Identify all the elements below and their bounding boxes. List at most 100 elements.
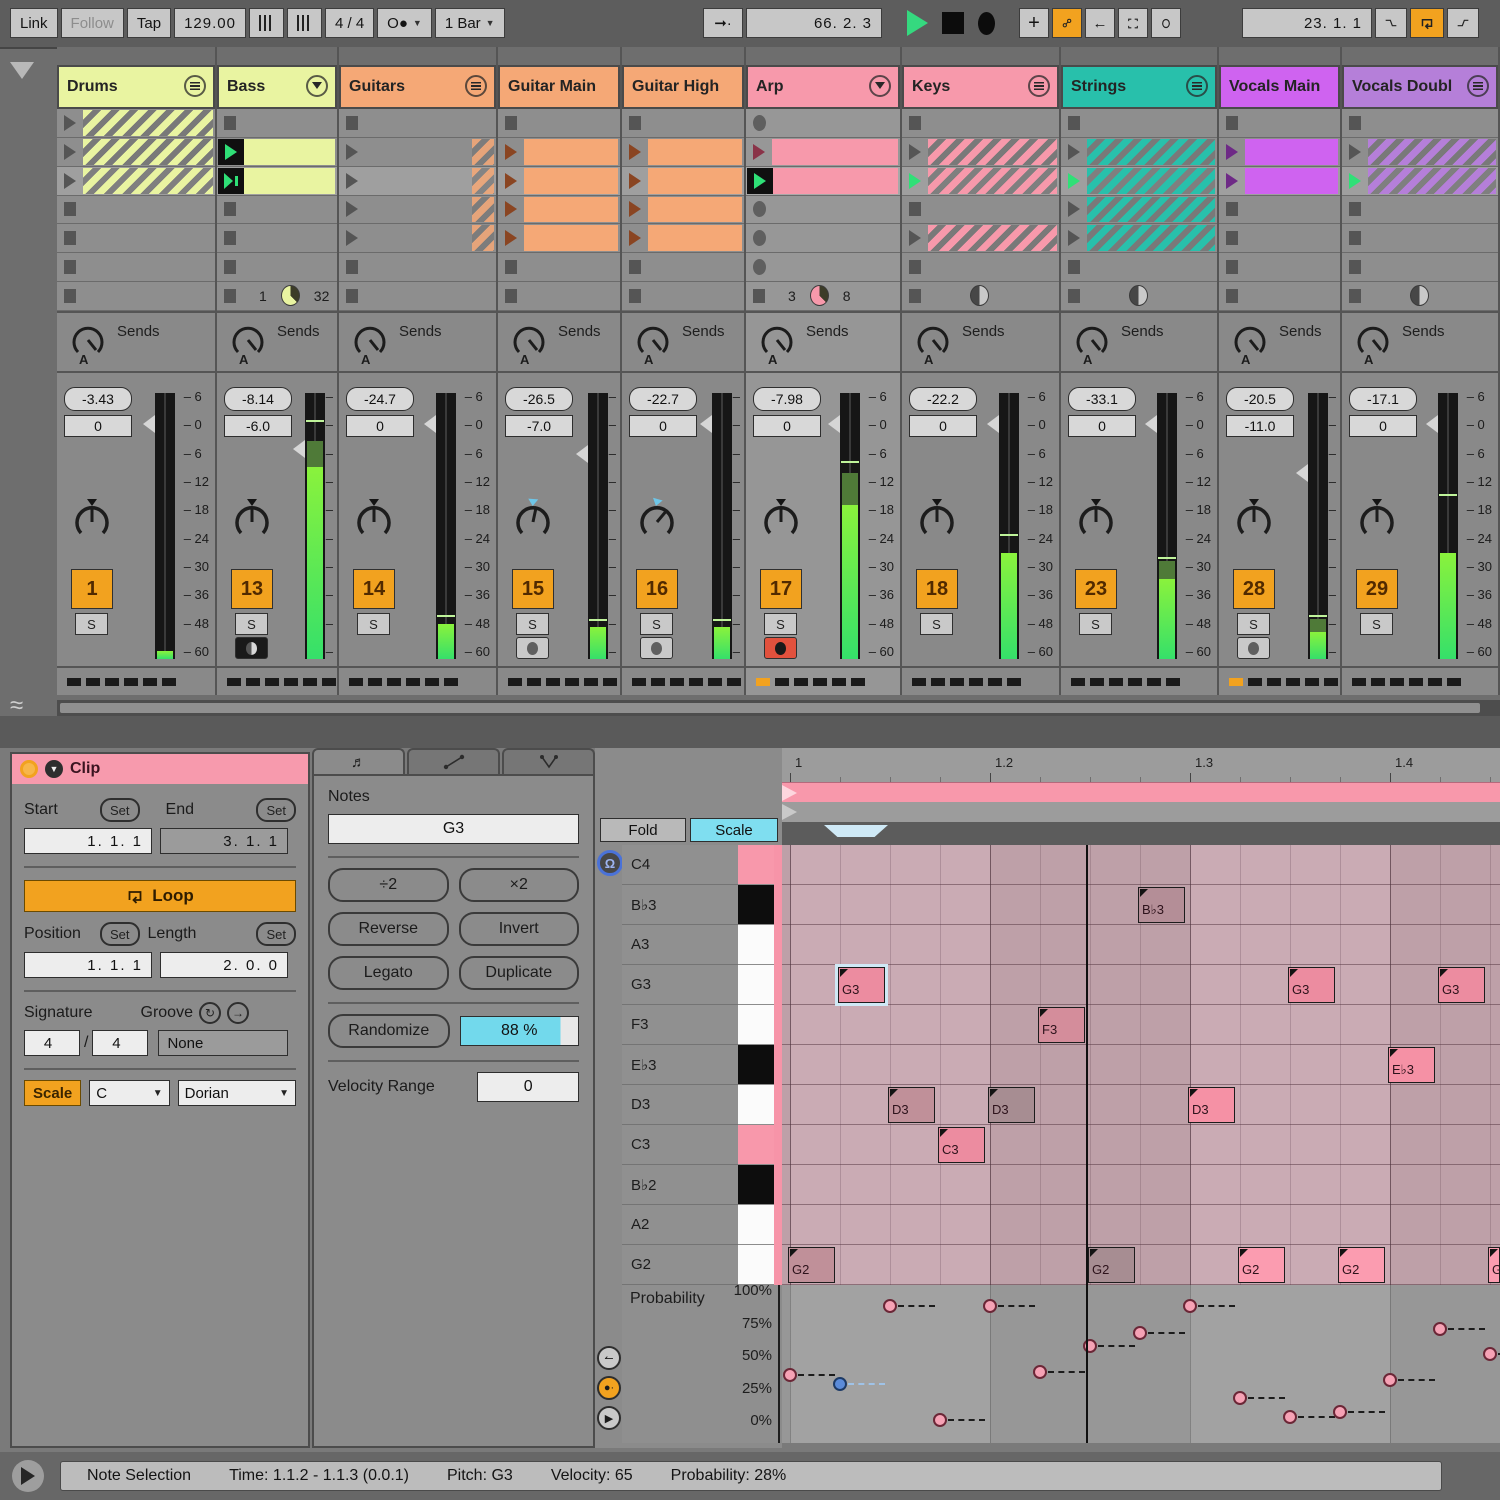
clip-slot[interactable] [1342,108,1498,138]
clip-slot[interactable] [1061,108,1217,138]
clip-slot[interactable] [339,195,496,225]
clip-stop-button[interactable] [339,253,365,281]
clip-partial[interactable] [365,138,494,165]
solo-button[interactable]: S [1360,613,1393,635]
probability-point[interactable] [883,1298,897,1313]
piano-key[interactable] [738,1045,774,1085]
probability-point[interactable] [1333,1405,1347,1420]
clip[interactable] [772,138,898,165]
clip-slot-button[interactable] [746,109,772,137]
piano-key[interactable] [738,845,774,885]
clip-stop-button[interactable] [1219,282,1245,310]
clip-slot[interactable] [339,282,496,312]
clip-color-icon[interactable] [20,760,38,778]
clip[interactable] [648,138,742,165]
midi-note-C3[interactable]: C3 [938,1127,985,1163]
clip-launch-button[interactable] [622,167,648,195]
length-set-button[interactable]: Set [256,922,296,946]
beat-time-ruler[interactable]: 1 1.2 1.3 1.4 [782,748,1500,782]
fold-icon[interactable] [869,74,891,97]
send-a-knob[interactable]: A [508,321,550,367]
tab-expression[interactable] [502,748,595,774]
clip-slot[interactable] [622,195,744,225]
probability-point[interactable] [933,1413,947,1427]
gain-field[interactable]: 0 [346,415,414,437]
fold-icon[interactable] [306,74,328,97]
clip-launch-button[interactable] [57,109,83,137]
fold-panel-icon[interactable]: ▼ [45,760,63,778]
clip-slot[interactable] [746,224,900,254]
clip-stop-button[interactable] [902,253,928,281]
send-a-knob[interactable]: A [756,321,798,367]
clip[interactable] [928,225,1057,252]
fold-button[interactable]: Fold [600,818,686,842]
new-button[interactable]: + [1019,8,1049,38]
follow-button[interactable]: Follow [60,8,124,38]
menu-icon[interactable] [465,74,487,97]
solo-button[interactable]: S [1237,613,1270,635]
clip-stop-button[interactable] [339,282,365,310]
clip-launch-button[interactable] [498,224,524,252]
collapse-arrow-icon[interactable] [10,62,34,79]
clip-slot[interactable] [57,137,215,167]
clip-slot[interactable] [498,253,620,283]
pan-knob[interactable] [510,497,556,543]
clip-stop-button[interactable] [902,109,928,137]
play-button[interactable] [907,10,928,36]
follow-arrow-icon[interactable]: ➞· [703,8,743,38]
clip-slot[interactable] [57,108,215,138]
double-time-button[interactable]: ×2 [458,868,579,902]
track-activator-button[interactable]: 23 [1075,569,1117,609]
velocity-range-field[interactable]: 0 [477,1072,579,1102]
send-a-knob[interactable]: A [912,321,954,367]
link-button[interactable]: Link [10,8,58,38]
legato-button[interactable]: Legato [328,956,449,990]
solo-button[interactable]: S [516,613,549,635]
gain-field[interactable]: -6.0 [224,415,292,437]
status-play-icon[interactable] [12,1460,44,1492]
clip-stop-button[interactable] [217,196,243,224]
piano-key[interactable] [738,1245,774,1285]
clip-slot[interactable] [217,224,337,254]
volume-fader-handle[interactable] [143,414,155,433]
clip-slot[interactable] [622,253,744,283]
clip-stop-button[interactable] [622,109,648,137]
track-activator-button[interactable]: 14 [353,569,395,609]
clip-stop-button[interactable] [57,282,83,310]
arm-record-button[interactable] [516,637,549,659]
clip-slot[interactable] [1342,166,1498,196]
clip-slot[interactable] [746,253,900,283]
clip-slot[interactable] [622,137,744,167]
menu-icon[interactable] [1028,74,1050,97]
position-set-button[interactable]: Set [100,922,140,946]
track-header[interactable]: Strings [1061,64,1217,109]
clip-slot[interactable] [1342,253,1498,283]
pan-knob[interactable] [1231,497,1277,543]
clip[interactable] [83,167,213,194]
peak-level-field[interactable]: -3.43 [64,387,132,411]
time-signature-field[interactable]: 4 / 4 [324,8,375,38]
pan-knob[interactable] [1073,497,1119,543]
expand-lanes-button[interactable]: ▶ [597,1406,621,1430]
probability-point[interactable] [833,1376,847,1391]
reverse-button[interactable]: Reverse [328,912,449,946]
clip-slot[interactable] [339,108,496,138]
clip-playing-button[interactable] [1061,167,1087,195]
clip-slot[interactable] [217,108,337,138]
clip-playing-button[interactable] [1342,167,1368,195]
clip-partial[interactable] [365,196,494,223]
duplicate-button[interactable]: Duplicate [458,956,579,990]
clip-launch-button[interactable] [339,138,365,166]
clip[interactable] [524,138,618,165]
clip-start-field[interactable]: 1. 1. 1 [24,828,152,854]
clip[interactable] [773,167,898,194]
send-a-knob[interactable]: A [349,321,391,367]
send-a-knob[interactable]: A [1229,321,1271,367]
clip[interactable] [1368,138,1496,165]
clip-stop-button[interactable] [1061,109,1087,137]
clip-stop-button[interactable] [622,282,648,310]
clip-slot[interactable] [498,108,620,138]
send-a-knob[interactable]: A [67,321,109,367]
track-activator-button[interactable]: 29 [1356,569,1398,609]
clip-slot[interactable] [1342,224,1498,254]
